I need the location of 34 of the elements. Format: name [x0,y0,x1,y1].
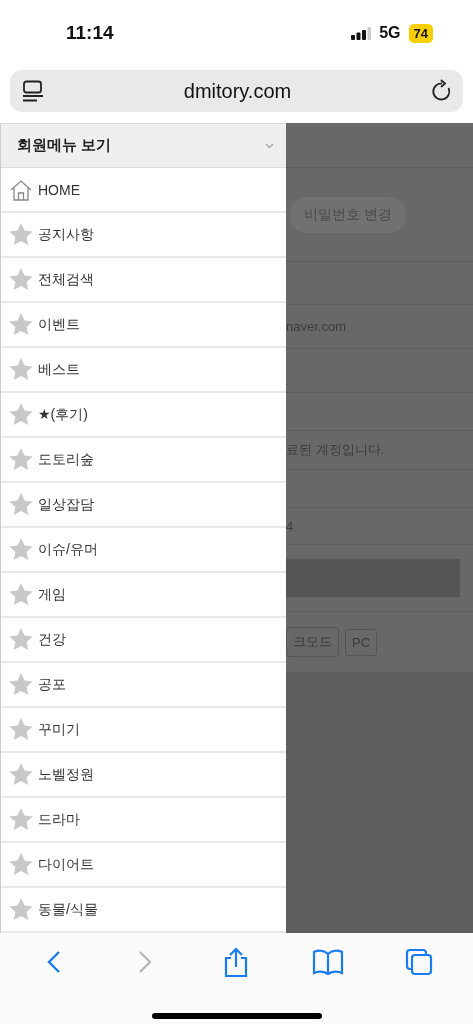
star-icon [9,448,33,471]
signal-icon [351,26,372,40]
reader-icon[interactable] [22,80,44,102]
star-icon [9,718,33,741]
star-icon [9,313,33,336]
tabs-icon[interactable] [405,948,434,976]
star-icon [9,808,33,831]
star-icon [9,673,33,696]
star-icon [9,538,33,561]
star-icon [9,763,33,786]
back-icon[interactable] [46,950,61,974]
address-bar[interactable]: dmitory.com [10,70,463,112]
book-icon[interactable] [311,949,344,975]
star-icon [9,403,33,426]
star-icon [9,853,33,876]
home-icon [9,178,33,201]
menu-item[interactable]: 이슈/유머 [1,528,286,573]
reload-icon[interactable] [431,79,453,103]
menu-item[interactable]: 이벤트 [1,303,286,348]
star-icon [9,628,33,651]
star-icon [9,223,33,246]
status-time: 11:14 [66,22,115,44]
menu-item[interactable]: 건강 [1,618,286,663]
battery-level: 74 [408,23,433,43]
url-text: dmitory.com [182,79,293,103]
menu-item[interactable]: 일상잡담 [1,483,286,528]
star-icon [9,493,33,516]
star-icon [9,358,33,381]
network-label: 5G [379,24,401,42]
star-icon [9,583,33,606]
share-icon[interactable] [223,947,250,977]
star-icon [9,898,33,921]
star-icon [9,268,33,291]
chevron-down-icon[interactable] [265,142,274,149]
